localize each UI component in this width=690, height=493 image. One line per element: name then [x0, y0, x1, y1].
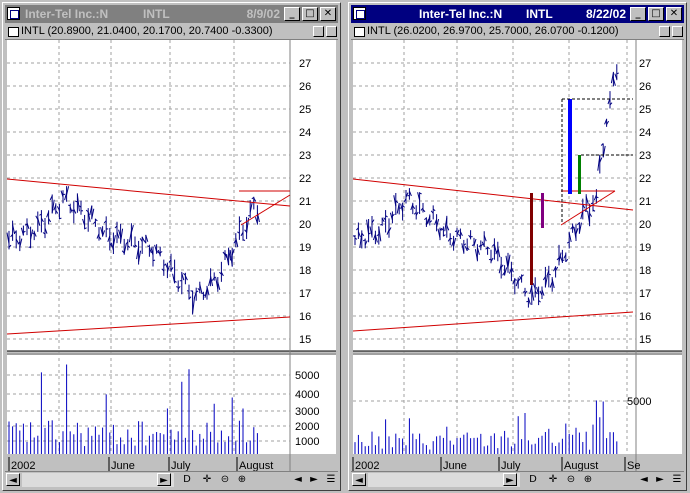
target-bar — [541, 193, 544, 228]
price-axis-label: 21 — [639, 196, 651, 208]
menu-icon[interactable]: ☰ — [325, 473, 337, 486]
crosshair-icon[interactable]: ✛ — [201, 473, 213, 486]
volume-axis-label: 4000 — [295, 389, 319, 401]
zoom-out-icon[interactable]: ⊝ — [219, 473, 231, 486]
price-axis-label: 22 — [639, 173, 651, 185]
price-pane — [353, 40, 682, 351]
price-axis-label: 26 — [639, 81, 651, 93]
price-bar-open — [75, 200, 78, 203]
price-axis-label: 20 — [299, 219, 311, 231]
chart-canvas[interactable]: 2726252423222120191817161550002002 June Ju… — [349, 3, 688, 473]
price-axis-label: 25 — [639, 104, 651, 116]
price-axis-label: 17 — [639, 288, 651, 300]
chart-canvas[interactable]: 27 26 25 24 23 22 21 20 19 18 17 16 15 5000 4000 3000 20… — [3, 3, 342, 473]
price-axis-label: 24 — [299, 127, 311, 139]
price-bar-close — [214, 276, 217, 279]
price-pane — [7, 40, 336, 351]
scroll-bar[interactable]: ◄ ► D ✛ ⊝ ⊕ ◄ ► ☰ — [5, 471, 338, 488]
target-bar — [530, 193, 533, 285]
price-axis-label: 23 — [299, 150, 311, 162]
price-axis-label: 17 — [299, 288, 311, 300]
chart-window-right[interactable]: Inter-Tel Inc.:N INTL 8/22/02 _ □ ✕ INTL… — [348, 2, 687, 491]
price-axis-label: 16 — [639, 311, 651, 323]
volume-axis-label: 5000 — [295, 370, 319, 382]
scroll-track[interactable] — [22, 473, 174, 487]
page-right-icon[interactable]: ► — [308, 473, 320, 486]
price-axis-label: 25 — [299, 104, 311, 116]
chart-window-left[interactable]: Inter-Tel Inc.:N INTL 8/9/02 _ □ ✕ INTL … — [2, 2, 341, 491]
zoom-in-icon[interactable]: ⊕ — [582, 473, 594, 486]
volume-axis-label: 3000 — [295, 406, 319, 418]
scroll-left-button[interactable]: ◄ — [352, 473, 366, 486]
price-axis-label: 19 — [639, 242, 651, 254]
volume-axis-label: 1000 — [295, 436, 319, 448]
price-axis-label: 19 — [299, 242, 311, 254]
target-bar — [568, 99, 572, 194]
price-axis-label: 15 — [639, 334, 651, 346]
price-axis-label: 27 — [639, 58, 651, 70]
price-bar-open — [28, 246, 31, 248]
price-axis-label: 24 — [639, 127, 651, 139]
page-left-icon[interactable]: ◄ — [292, 473, 304, 486]
price-bar-close — [514, 279, 517, 281]
price-bar-open — [488, 258, 492, 261]
price-bar-open — [201, 292, 204, 295]
price-axis-label: 26 — [299, 81, 311, 93]
price-axis-label: 16 — [299, 311, 311, 323]
price-bar-open — [454, 230, 458, 232]
price-axis-label: 15 — [299, 334, 311, 346]
price-axis-label: 18 — [299, 265, 311, 277]
price-axis-label: 20 — [639, 219, 651, 231]
zoom-in-icon[interactable]: ⊕ — [236, 473, 248, 486]
price-axis-label: 23 — [639, 150, 651, 162]
scroll-track[interactable] — [368, 473, 520, 487]
scroll-left-button[interactable]: ◄ — [6, 473, 20, 486]
page-right-icon[interactable]: ► — [654, 473, 666, 486]
volume-axis-label: 2000 — [295, 421, 319, 433]
daily-button[interactable]: D — [181, 473, 193, 486]
price-axis-label: 18 — [639, 265, 651, 277]
scroll-right-button[interactable]: ► — [503, 473, 517, 486]
price-axis-label: 21 — [299, 196, 311, 208]
daily-button[interactable]: D — [527, 473, 539, 486]
scroll-bar[interactable]: ◄ ► D ✛ ⊝ ⊕ ◄ ► ☰ — [351, 471, 684, 488]
volume-axis-label: 5000 — [627, 396, 651, 408]
scroll-right-button[interactable]: ► — [157, 473, 171, 486]
price-axis-label: 22 — [299, 173, 311, 185]
crosshair-icon[interactable]: ✛ — [547, 473, 559, 486]
price-bar-open — [380, 223, 383, 226]
price-axis-label: 27 — [299, 58, 311, 70]
page-left-icon[interactable]: ◄ — [638, 473, 650, 486]
price-bar-close — [59, 217, 62, 220]
zoom-out-icon[interactable]: ⊝ — [565, 473, 577, 486]
target-bar — [578, 155, 581, 194]
menu-icon[interactable]: ☰ — [671, 473, 683, 486]
price-bar-open — [176, 286, 179, 288]
